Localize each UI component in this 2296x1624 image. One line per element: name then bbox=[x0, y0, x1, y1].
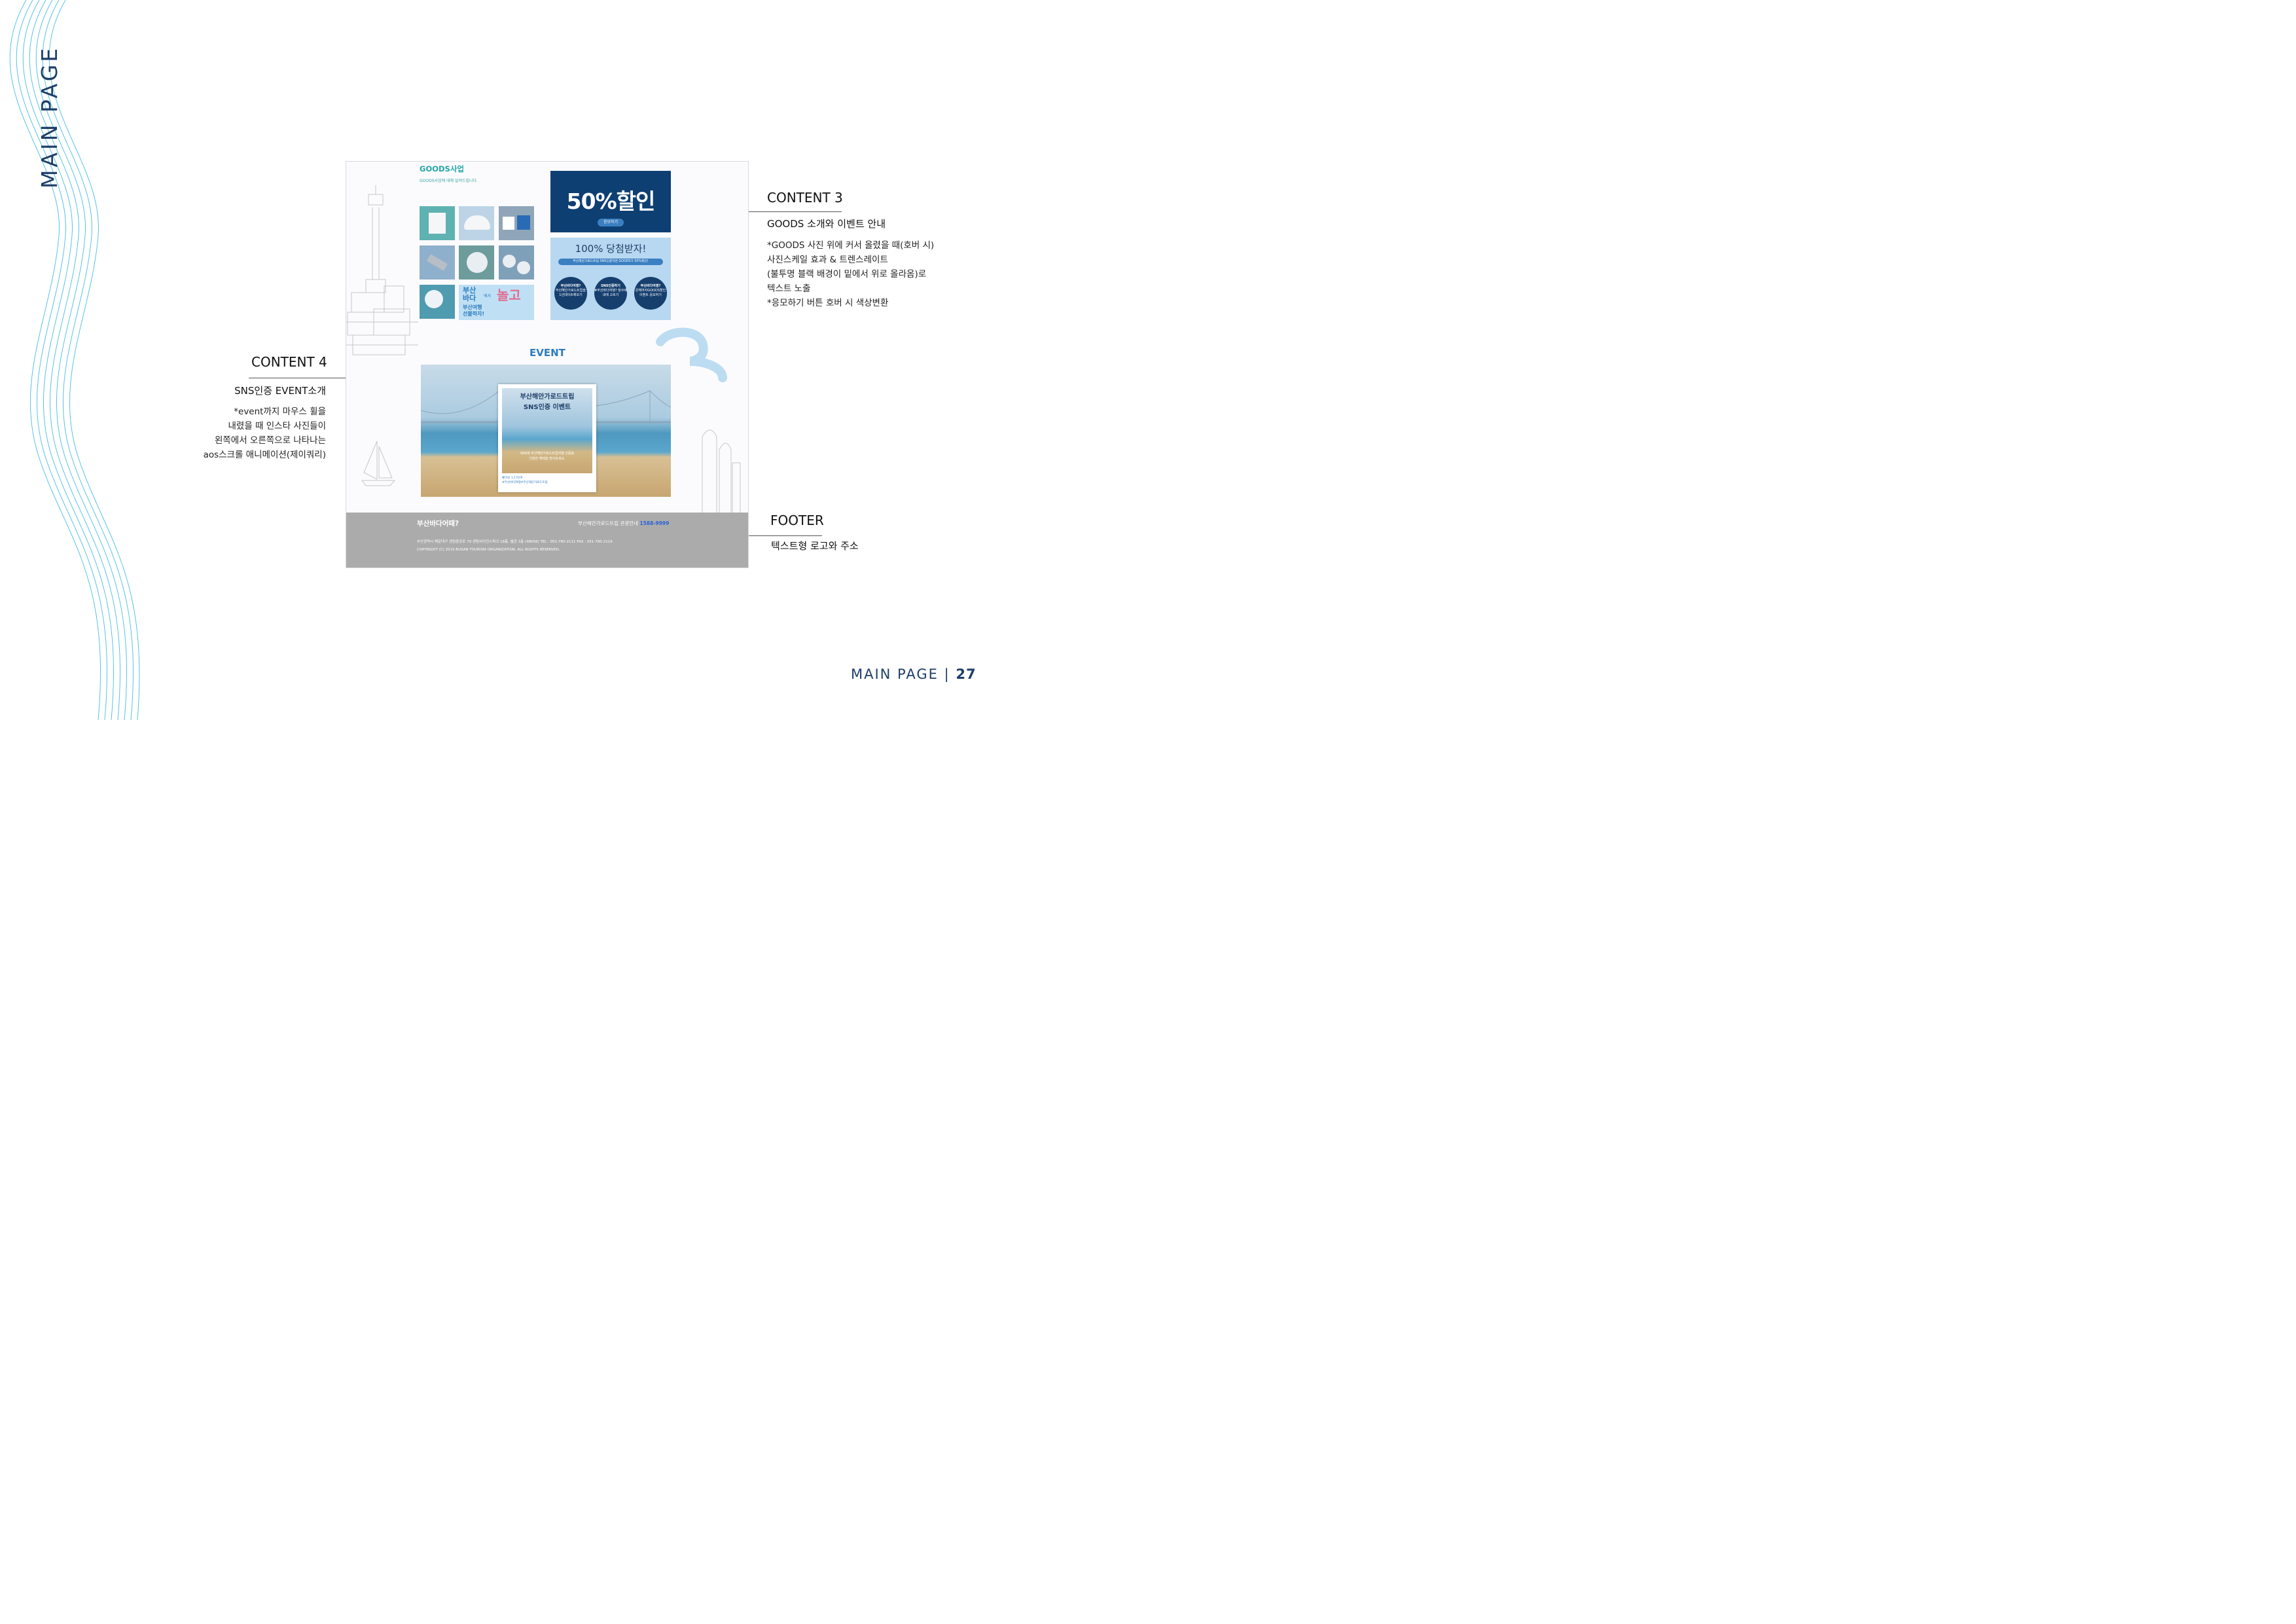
towers-lineart bbox=[702, 429, 741, 513]
content3-title: CONTENT 3 bbox=[767, 190, 843, 206]
footer-copyright: COPYRIGHT (C) 2019 BUSAN TOURISM ORGANIZ… bbox=[417, 548, 560, 552]
event-beach-photo: 부산해안가로드트립 SNS인증 이벤트 SNS에 부산해안가로드트립여행 인증을… bbox=[421, 365, 671, 497]
footer-leader-line bbox=[748, 535, 822, 536]
goods-section-subtitle: GOODS사업에 대해 알려드립니다. bbox=[420, 179, 478, 183]
content3-line: (불투명 블랙 배경이 밑에서 위로 올라옴)로 bbox=[767, 269, 927, 280]
goods-usb-photo[interactable] bbox=[420, 245, 455, 280]
banner-word: 바다 bbox=[463, 294, 476, 302]
content3-description: *GOODS 사진 위에 커서 올렸을 때(호버 시) 사진스케일 효과 & 트… bbox=[767, 238, 934, 310]
goods-section-title: GOODS사업 bbox=[420, 164, 464, 173]
footer-phone[interactable]: 1588-9999 bbox=[639, 520, 669, 526]
banner-word: 선물하자! bbox=[463, 311, 485, 317]
card-text-line: SNS에 부산해안가로드트립여행 인증을 bbox=[520, 452, 575, 456]
sns-post-photo: 부산해안가로드트립 SNS인증 이벤트 SNS에 부산해안가로드트립여행 인증을… bbox=[502, 388, 592, 473]
website-mockup: GOODS사업 GOODS사업에 대해 알려드립니다. 부산 바다 에서 놀고 … bbox=[346, 161, 749, 568]
goods-tshirt-photo[interactable] bbox=[420, 206, 455, 240]
promo-circle: 부산바다여행? 온해여자GOODS할인 이벤트 응모하기 bbox=[634, 277, 667, 310]
content4-title: CONTENT 4 bbox=[251, 354, 327, 370]
discount-headline: 50%할인 bbox=[566, 189, 656, 214]
apply-button[interactable]: 응모하기 bbox=[598, 219, 624, 226]
footer-address: 부산광역시 해운대구 센텀중앙로 79 센텀사이언스파크 18층, 별관 3층 … bbox=[417, 540, 613, 544]
content4-line: aos스크롤 애니메이션(제이쿼리) bbox=[203, 450, 326, 460]
prize-ribbon: 부산해안가로드트립 SNS인증하면 GOODS가 50%할인! bbox=[558, 259, 663, 265]
card-hashtags: #부산바다여행#부산해안가로드트립 bbox=[502, 481, 548, 484]
circle-title: 부산바다여행? bbox=[560, 284, 581, 288]
discount-banner: 50%할인 응모하기 bbox=[550, 171, 671, 232]
sailboat-lineart bbox=[361, 441, 396, 486]
promo-circle: 부산바다여행? 부산해안가로드트립을 1년데이트해보기 bbox=[554, 277, 587, 310]
content4-description: *event까지 마우스 휠을 내렸을 때 인스타 사진들이 왼쪽에서 오른쪽으… bbox=[204, 405, 326, 462]
circle-title: 부산바다여행? bbox=[640, 284, 661, 288]
footer-annotation-subtitle: 텍스트형 로고와 주소 bbox=[771, 540, 859, 552]
circle-title: SNS인증하기 bbox=[601, 284, 620, 288]
event-title: EVENT bbox=[529, 347, 565, 359]
content3-line: *응모하기 버튼 호버 시 색상변환 bbox=[767, 298, 889, 308]
site-footer: 부산바다어때? 부산해안가로드트립 관광안내 1588-9999 부산광역시 해… bbox=[346, 513, 748, 568]
circle-text: 온해여자GOODS할인 이벤트 응모하기 bbox=[635, 289, 666, 297]
footer-contact-label: 부산해안가로드트립 관광안내 bbox=[578, 520, 639, 526]
banner-word: 에서 bbox=[484, 294, 492, 298]
card-title-line: 부산해안가로드트립 bbox=[520, 393, 575, 401]
banner-word: 부산여행 bbox=[463, 304, 482, 310]
content3-leader-line bbox=[748, 211, 842, 212]
busan-tower-lineart bbox=[346, 185, 418, 355]
content3-line: *GOODS 사진 위에 커서 올렸을 때(호버 시) bbox=[767, 240, 935, 251]
content4-subtitle: SNS인증 EVENT소개 bbox=[234, 385, 326, 397]
goods-mug-photo[interactable] bbox=[499, 206, 534, 240]
goods-badge-photo[interactable] bbox=[459, 245, 494, 280]
content3-line: 사진스케일 효과 & 트렌스레이트 bbox=[767, 255, 888, 265]
goods-cap-photo[interactable] bbox=[459, 206, 494, 240]
wave-decoration bbox=[9, 0, 140, 720]
page-number-label: MAIN PAGE bbox=[851, 666, 939, 682]
card-text-line: 다양한 혜택을 받아보세요. bbox=[529, 457, 565, 461]
circle-text: #부산바다여행? 정수배내에 고르기 bbox=[594, 289, 627, 297]
content4-line: 왼쪽에서 오른쪽으로 나타나는 bbox=[214, 435, 326, 446]
footer-annotation-title: FOOTER bbox=[770, 513, 824, 528]
content4-line: *event까지 마우스 휠을 bbox=[234, 406, 326, 417]
sns-post-card: 부산해안가로드트립 SNS인증 이벤트 SNS에 부산해안가로드트립여행 인증을… bbox=[498, 384, 596, 492]
content4-line: 내렸을 때 인스타 사진들이 bbox=[228, 421, 327, 431]
promo-circle: SNS인증하기 #부산바다여행? 정수배내에 고르기 bbox=[594, 277, 627, 310]
page-number: MAIN PAGE | 27 bbox=[851, 666, 977, 682]
content3-subtitle: GOODS 소개와 이벤트 안내 bbox=[767, 218, 886, 230]
banner-word: 놀고 bbox=[497, 287, 521, 303]
card-title-line: SNS인증 이벤트 bbox=[523, 404, 571, 411]
footer-contact: 부산해안가로드트립 관광안내 1588-9999 bbox=[578, 520, 669, 527]
prize-headline: 100% 당첨받자! bbox=[575, 243, 647, 255]
card-likes: 좋아요 1,170개 bbox=[502, 477, 522, 480]
prize-banner: 100% 당첨받자! 부산해안가로드트립 SNS인증하면 GOODS가 50%할… bbox=[550, 238, 671, 320]
goods-fan-photo[interactable] bbox=[420, 285, 455, 319]
page-number-value: 27 bbox=[956, 666, 977, 682]
goods-banner[interactable]: 부산 바다 에서 놀고 부산여행 선물하자! bbox=[459, 285, 534, 320]
goods-keyring-photo[interactable] bbox=[499, 245, 534, 280]
footer-logo[interactable]: 부산바다어때? bbox=[417, 518, 459, 528]
vertical-page-title: MAIN PAGE bbox=[37, 45, 62, 189]
circle-text: 부산해안가로드트립을 1년데이트해보기 bbox=[555, 289, 586, 297]
page-number-separator: | bbox=[944, 666, 950, 682]
content3-line: 텍스트 노출 bbox=[767, 283, 811, 294]
